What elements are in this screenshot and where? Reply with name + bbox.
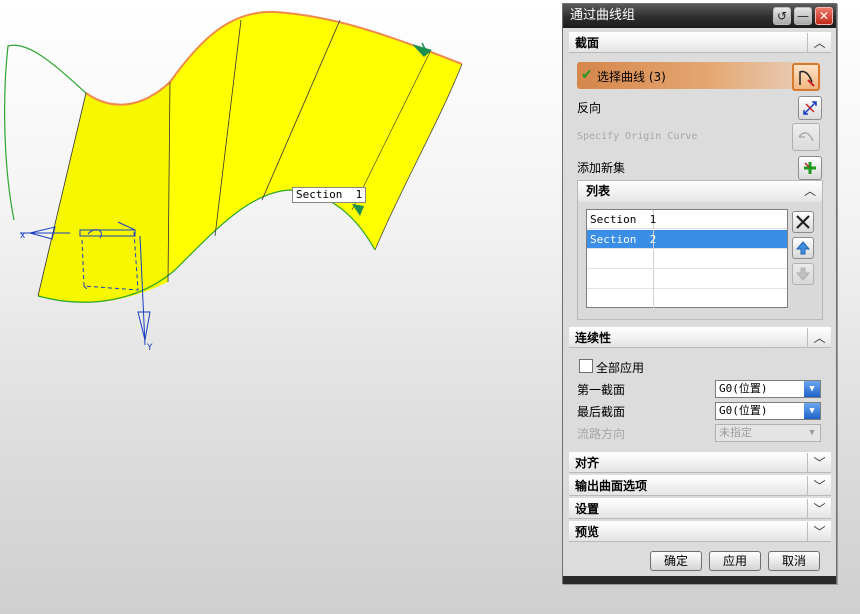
origin-curve-button[interactable] <box>792 123 820 151</box>
select-curve-button[interactable] <box>792 63 820 91</box>
cancel-button[interactable]: 取消 <box>768 551 820 571</box>
section-group-title: 截面 <box>575 36 600 50</box>
graphics-viewport[interactable]: x Y Section 1 <box>0 0 560 614</box>
apply-all-label: 全部应用 <box>596 361 645 375</box>
add-new-set-button[interactable] <box>798 156 822 180</box>
continuity-group-header[interactable]: 连续性 ︿ <box>569 327 831 348</box>
list-group-header[interactable]: 列表 ︿ <box>578 181 822 202</box>
dialog-titlebar[interactable]: 通过曲线组 ↺ — ✕ <box>563 4 836 28</box>
last-section-label: 最后截面 <box>577 405 626 419</box>
preview-group-header[interactable]: 预览 ﹀ <box>569 521 831 542</box>
flow-direction-select[interactable]: 未指定 ▼ <box>715 424 821 442</box>
surface-model: x Y <box>4 10 463 353</box>
chevron-down-icon[interactable]: ﹀ <box>807 453 831 473</box>
arrow-up-icon <box>795 241 811 255</box>
apply-button[interactable]: 应用 <box>709 551 761 571</box>
add-new-set-label: 添加新集 <box>577 161 626 175</box>
list-item-selected[interactable]: Section 2 <box>587 230 787 249</box>
reverse-label: 反向 <box>577 101 602 115</box>
list-item[interactable] <box>587 250 787 269</box>
first-section-label: 第一截面 <box>577 383 626 397</box>
alignment-group-header[interactable]: 对齐 ﹀ <box>569 452 831 473</box>
reverse-arrows-icon <box>803 101 817 115</box>
list-item[interactable] <box>587 289 787 308</box>
checkmark-icon: ✔ <box>581 67 593 83</box>
apply-all-checkbox[interactable] <box>579 359 593 373</box>
curve-select-icon <box>799 70 815 87</box>
dialog-bottom-bar <box>563 576 836 584</box>
ok-button[interactable]: 确定 <box>650 551 702 571</box>
chevron-up-icon[interactable]: ︿ <box>804 181 816 201</box>
chevron-down-icon[interactable]: ﹀ <box>807 499 831 519</box>
origin-curve-label: Specify Origin Curve <box>577 131 698 142</box>
section-1-label[interactable]: Section 1 <box>292 187 367 203</box>
select-curve-row[interactable]: ✔ 选择曲线 (3) <box>577 62 821 89</box>
list-item[interactable]: Section 1 <box>587 210 787 229</box>
section-list[interactable]: Section 1 Section 2 <box>586 209 788 308</box>
through-curves-dialog: 通过曲线组 ↺ — ✕ 截面 ︿ ✔ 选择曲线 (3) 反向 Specify O… <box>562 3 837 584</box>
minimize-button[interactable]: — <box>794 7 812 25</box>
select-curve-label: 选择曲线 (3) <box>597 70 666 84</box>
chevron-up-icon[interactable]: ︿ <box>807 33 831 53</box>
close-button[interactable]: ✕ <box>815 7 833 25</box>
list-item[interactable] <box>587 270 787 289</box>
list-group-title: 列表 <box>586 184 611 198</box>
dropdown-arrow-icon[interactable]: ▼ <box>804 381 820 397</box>
delete-x-icon <box>796 215 810 229</box>
dropdown-arrow-icon[interactable]: ▼ <box>804 425 820 441</box>
reverse-direction-button[interactable] <box>798 96 822 120</box>
flow-direction-label: 流路方向 <box>577 427 626 441</box>
move-up-button[interactable] <box>792 237 814 259</box>
continuity-group-title: 连续性 <box>575 331 612 345</box>
chevron-down-icon[interactable]: ﹀ <box>807 522 831 542</box>
last-section-select[interactable]: G0(位置) ▼ <box>715 402 821 420</box>
svg-text:x: x <box>20 231 26 241</box>
dialog-title: 通过曲线组 <box>570 8 636 23</box>
first-section-select[interactable]: G0(位置) ▼ <box>715 380 821 398</box>
arrow-down-icon <box>795 267 811 281</box>
origin-curve-icon <box>798 132 814 142</box>
settings-group-header[interactable]: 设置 ﹀ <box>569 498 831 519</box>
chevron-down-icon[interactable]: ﹀ <box>807 476 831 496</box>
section-group-header[interactable]: 截面 ︿ <box>569 32 831 53</box>
move-down-button[interactable] <box>792 263 814 285</box>
svg-text:Y: Y <box>146 343 153 353</box>
remove-button[interactable] <box>792 211 814 233</box>
add-set-icon <box>804 162 816 174</box>
reset-button[interactable]: ↺ <box>773 7 791 25</box>
list-group: 列表 ︿ Section 1 Section 2 <box>577 180 823 320</box>
dropdown-arrow-icon[interactable]: ▼ <box>804 403 820 419</box>
output-surface-options-header[interactable]: 输出曲面选项 ﹀ <box>569 475 831 496</box>
chevron-up-icon[interactable]: ︿ <box>807 328 831 348</box>
